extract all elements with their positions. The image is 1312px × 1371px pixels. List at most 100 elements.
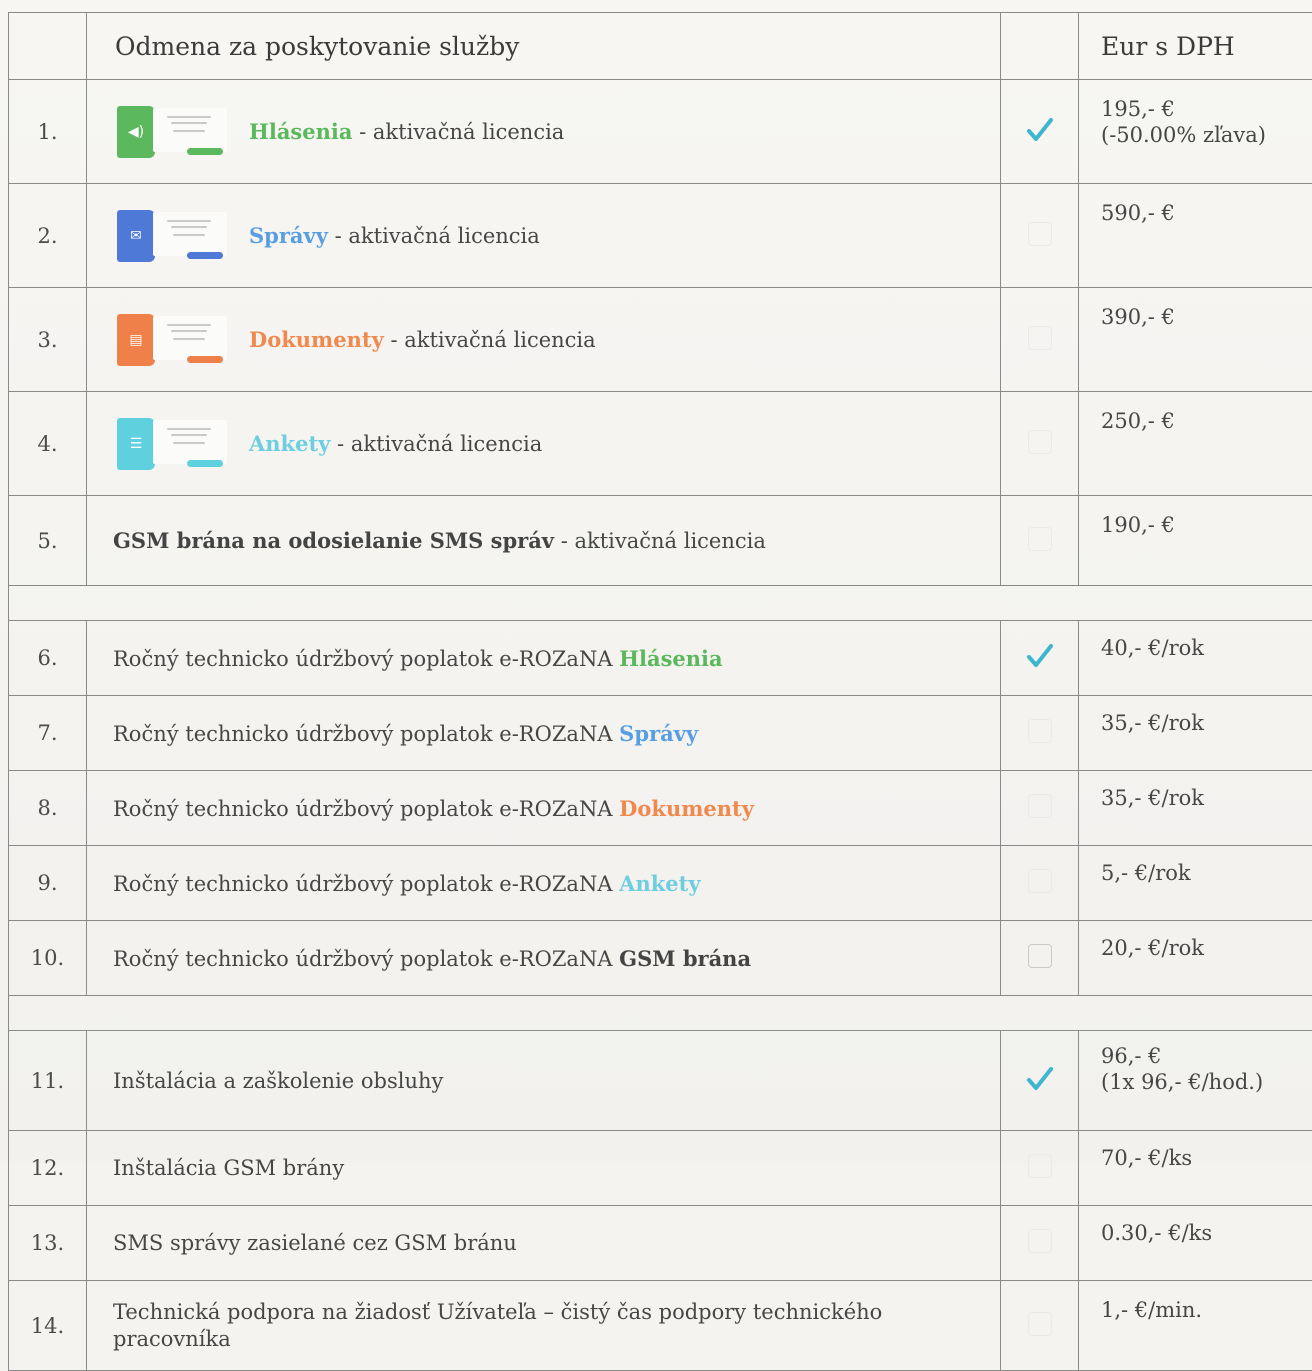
checkbox[interactable] xyxy=(1028,1229,1052,1253)
envelope-icon: ✉ xyxy=(117,210,155,262)
checkbox[interactable] xyxy=(1028,1154,1052,1178)
price-value: 1,- €/min. xyxy=(1079,1281,1312,1371)
fee-label: Ročný technicko údržbový poplatok e-ROZa… xyxy=(113,797,619,821)
fee-label: Ročný technicko údržbový poplatok e-ROZa… xyxy=(113,722,619,746)
checkbox[interactable] xyxy=(1028,222,1052,246)
hlasenia-thumbnail: ◀) xyxy=(113,103,231,161)
table-row: 1. ◀) Hlásenia - aktivačná licencia 195,… xyxy=(9,80,1312,184)
price-value: 20,- €/rok xyxy=(1079,921,1312,996)
price-table: Odmena za poskytovanie služby Eur s DPH … xyxy=(8,12,1312,1371)
fee-module-name: Ankety xyxy=(619,871,700,896)
table-row: 2. ✉ Správy - aktivačná licencia 590,- € xyxy=(9,184,1312,288)
price-value: 5,- €/rok xyxy=(1079,846,1312,921)
table-row: 5. GSM brána na odosielanie SMS správ - … xyxy=(9,496,1312,586)
price-value: 250,- € xyxy=(1079,392,1312,496)
checkbox[interactable] xyxy=(1028,430,1052,454)
row-number: 11. xyxy=(9,1031,87,1131)
checkmark-icon[interactable] xyxy=(1024,640,1056,672)
fee-label: Ročný technicko údržbový poplatok e-ROZa… xyxy=(113,647,619,671)
price-value: 0.30,- €/ks xyxy=(1079,1206,1312,1281)
fee-module-name: Správy xyxy=(619,721,698,746)
checkbox[interactable] xyxy=(1028,794,1052,818)
price-value: 70,- €/ks xyxy=(1079,1131,1312,1206)
license-suffix: - aktivačná licencia xyxy=(384,328,596,352)
header-description: Odmena za poskytovanie služby xyxy=(87,13,1001,80)
checkbox[interactable] xyxy=(1028,944,1052,968)
spravy-thumbnail: ✉ xyxy=(113,207,231,265)
service-description-cont: pracovníka xyxy=(113,1327,231,1351)
row-number: 6. xyxy=(9,621,87,696)
table-row: 4. ☰ Ankety - aktivačná licencia 250,- € xyxy=(9,392,1312,496)
price-value: 35,- €/rok xyxy=(1079,696,1312,771)
ankety-thumbnail: ☰ xyxy=(113,415,231,473)
row-number: 7. xyxy=(9,696,87,771)
table-row: 10. Ročný technicko údržbový poplatok e-… xyxy=(9,921,1312,996)
table-row: 6. Ročný technicko údržbový poplatok e-R… xyxy=(9,621,1312,696)
table-row: 3. ▤ Dokumenty - aktivačná licencia 390,… xyxy=(9,288,1312,392)
table-row: 14. Technická podpora na žiadosť Užívate… xyxy=(9,1281,1312,1371)
price-value: 590,- € xyxy=(1079,184,1312,288)
fee-label: Ročný technicko údržbový poplatok e-ROZa… xyxy=(113,947,619,971)
checkbox[interactable] xyxy=(1028,326,1052,350)
license-name: Dokumenty xyxy=(249,327,384,352)
dokumenty-thumbnail: ▤ xyxy=(113,311,231,369)
table-header-row: Odmena za poskytovanie služby Eur s DPH xyxy=(9,13,1312,80)
price-value: 96,- € xyxy=(1101,1044,1162,1068)
fee-module-name: Dokumenty xyxy=(619,796,754,821)
license-suffix: - aktivačná licencia xyxy=(554,529,766,553)
fee-module-name: GSM brána xyxy=(619,946,751,971)
row-number: 2. xyxy=(9,184,87,288)
table-row: 9. Ročný technicko údržbový poplatok e-R… xyxy=(9,846,1312,921)
price-value: 40,- €/rok xyxy=(1079,621,1312,696)
license-suffix: - aktivačná licencia xyxy=(330,432,542,456)
header-price: Eur s DPH xyxy=(1079,13,1312,80)
price-value: 390,- € xyxy=(1079,288,1312,392)
license-name: Správy xyxy=(249,223,328,248)
checkmark-icon[interactable] xyxy=(1024,114,1056,146)
license-name: Hlásenia xyxy=(249,119,352,144)
poll-icon: ☰ xyxy=(117,418,155,470)
header-check-cell xyxy=(1001,13,1079,80)
price-value: 195,- € xyxy=(1101,97,1175,121)
table-row: 7. Ročný technicko údržbový poplatok e-R… xyxy=(9,696,1312,771)
table-row: 8. Ročný technicko údržbový poplatok e-R… xyxy=(9,771,1312,846)
fee-module-name: Hlásenia xyxy=(619,646,722,671)
license-suffix: - aktivačná licencia xyxy=(352,120,564,144)
license-name: Ankety xyxy=(249,431,330,456)
price-note: (-50.00% zľava) xyxy=(1101,123,1266,147)
row-number: 5. xyxy=(9,496,87,586)
license-suffix: - aktivačná licencia xyxy=(328,224,540,248)
section-spacer xyxy=(9,996,1312,1031)
price-value: 35,- €/rok xyxy=(1079,771,1312,846)
row-number: 14. xyxy=(9,1281,87,1371)
row-number: 12. xyxy=(9,1131,87,1206)
row-number: 4. xyxy=(9,392,87,496)
row-number: 3. xyxy=(9,288,87,392)
row-number: 13. xyxy=(9,1206,87,1281)
document-icon: ▤ xyxy=(117,314,155,366)
service-description: Inštalácia GSM brány xyxy=(87,1131,1001,1206)
table-row: 11. Inštalácia a zaškolenie obsluhy 96,-… xyxy=(9,1031,1312,1131)
checkmark-icon[interactable] xyxy=(1024,1063,1056,1095)
table-row: 13. SMS správy zasielané cez GSM bránu 0… xyxy=(9,1206,1312,1281)
row-number: 1. xyxy=(9,80,87,184)
section-spacer xyxy=(9,586,1312,621)
service-description: SMS správy zasielané cez GSM bránu xyxy=(87,1206,1001,1281)
table-row: 12. Inštalácia GSM brány 70,- €/ks xyxy=(9,1131,1312,1206)
checkbox[interactable] xyxy=(1028,1312,1052,1336)
header-number-cell xyxy=(9,13,87,80)
price-value: 190,- € xyxy=(1079,496,1312,586)
speaker-icon: ◀) xyxy=(117,106,155,158)
row-number: 10. xyxy=(9,921,87,996)
price-note: (1x 96,- €/hod.) xyxy=(1101,1070,1263,1094)
license-name: GSM brána na odosielanie SMS správ xyxy=(113,528,554,553)
row-number: 8. xyxy=(9,771,87,846)
checkbox[interactable] xyxy=(1028,869,1052,893)
service-description: Technická podpora na žiadosť Užívateľa –… xyxy=(113,1300,882,1324)
row-number: 9. xyxy=(9,846,87,921)
document-sheet: Odmena za poskytovanie služby Eur s DPH … xyxy=(0,0,1312,1163)
checkbox[interactable] xyxy=(1028,527,1052,551)
fee-label: Ročný technicko údržbový poplatok e-ROZa… xyxy=(113,872,619,896)
service-description: Inštalácia a zaškolenie obsluhy xyxy=(87,1031,1001,1131)
checkbox[interactable] xyxy=(1028,719,1052,743)
